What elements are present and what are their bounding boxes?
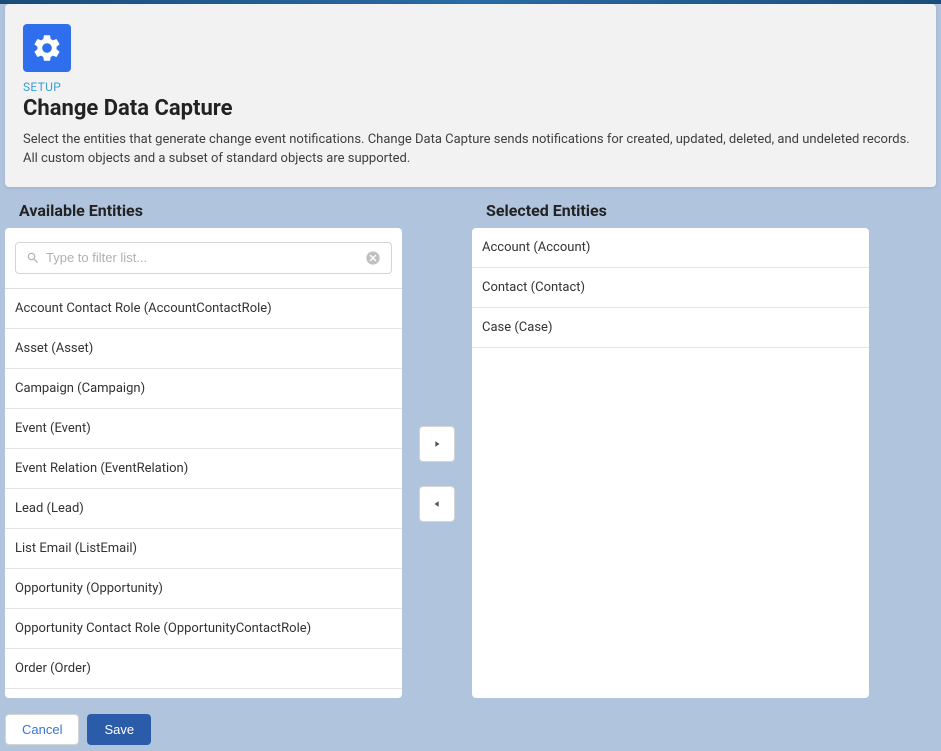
list-item[interactable]: Event Relation (EventRelation) [5, 449, 402, 489]
list-item[interactable]: Account (Account) [472, 228, 869, 268]
available-column: Available Entities Account Contact Role … [5, 201, 402, 698]
chevron-left-icon [432, 499, 442, 509]
move-left-button[interactable] [419, 486, 455, 522]
list-item[interactable]: Event (Event) [5, 409, 402, 449]
list-item[interactable]: Account Contact Role (AccountContactRole… [5, 289, 402, 329]
selected-column: Selected Entities Account (Account) Cont… [472, 201, 869, 698]
breadcrumb: SETUP [23, 80, 918, 94]
search-container [5, 228, 402, 289]
chevron-right-icon [432, 439, 442, 449]
save-button[interactable]: Save [87, 714, 151, 745]
list-item[interactable]: Opportunity (Opportunity) [5, 569, 402, 609]
selected-listbox: Account (Account) Contact (Contact) Case… [472, 228, 869, 698]
header-card: SETUP Change Data Capture Select the ent… [5, 4, 936, 187]
selected-heading: Selected Entities [472, 201, 869, 228]
available-heading: Available Entities [5, 201, 402, 228]
search-input[interactable] [46, 250, 365, 265]
move-right-button[interactable] [419, 426, 455, 462]
search-box[interactable] [15, 242, 392, 274]
page-description: Select the entities that generate change… [23, 131, 918, 169]
list-item[interactable]: Order (Order) [5, 649, 402, 689]
selected-list[interactable]: Account (Account) Contact (Contact) Case… [472, 228, 869, 348]
dual-listbox: Available Entities Account Contact Role … [0, 201, 941, 698]
list-item[interactable]: Case (Case) [472, 308, 869, 348]
available-list[interactable]: Account Contact Role (AccountContactRole… [5, 289, 402, 698]
page-title: Change Data Capture [23, 96, 918, 121]
list-item[interactable]: Opportunity Contact Role (OpportunityCon… [5, 609, 402, 649]
list-item[interactable]: List Email (ListEmail) [5, 529, 402, 569]
list-item[interactable]: Asset (Asset) [5, 329, 402, 369]
footer-buttons: Cancel Save [0, 698, 941, 745]
list-item[interactable]: Campaign (Campaign) [5, 369, 402, 409]
clear-icon[interactable] [365, 250, 381, 266]
setup-gear-icon [23, 24, 71, 72]
list-item[interactable]: Lead (Lead) [5, 489, 402, 529]
list-item[interactable]: Contact (Contact) [472, 268, 869, 308]
cancel-button[interactable]: Cancel [5, 714, 79, 745]
move-buttons-column [402, 201, 472, 522]
search-icon [26, 251, 40, 265]
available-listbox: Account Contact Role (AccountContactRole… [5, 228, 402, 698]
